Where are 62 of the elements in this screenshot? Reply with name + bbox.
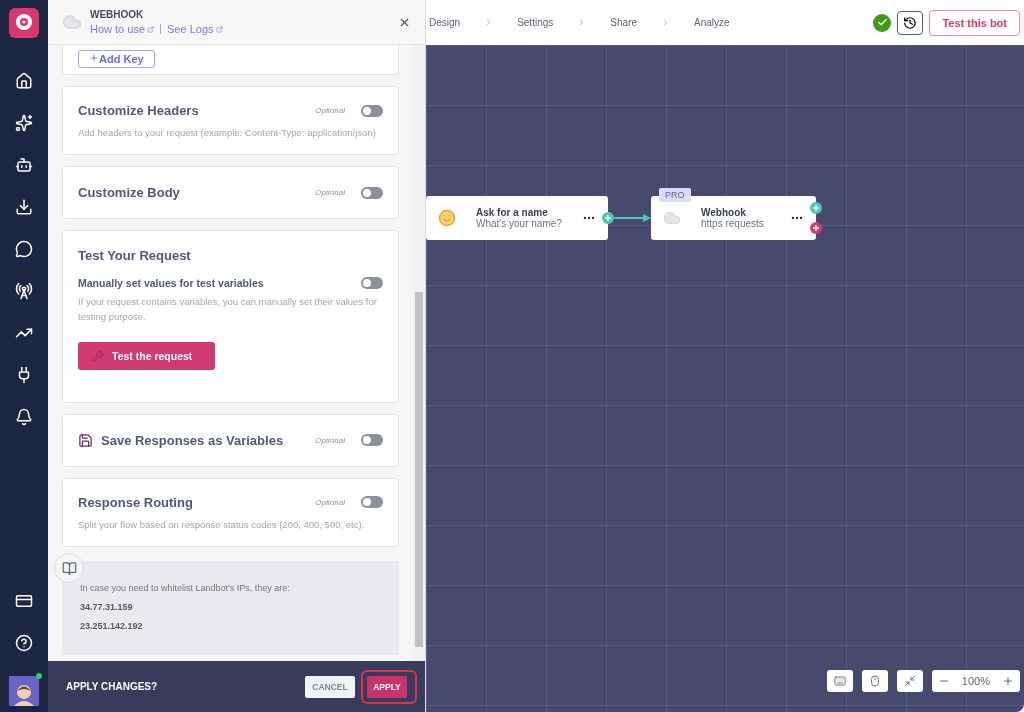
step-tab[interactable]: Share xyxy=(610,17,637,28)
option-description: If your request contains variables, you can manually set their values for testing purpose. xyxy=(78,295,378,324)
connector-arrow xyxy=(614,214,651,222)
help-link[interactable]: See Logs xyxy=(167,23,223,35)
keyboard-button[interactable] xyxy=(826,670,853,692)
external-link-icon xyxy=(147,25,155,33)
test-request-button[interactable]: Test the request xyxy=(78,341,215,370)
flow-node[interactable]: Ask for a name What's your name? xyxy=(426,196,608,240)
option-label: Manually set values for test variables xyxy=(78,277,265,290)
zoom-in-icon[interactable] xyxy=(1002,675,1014,687)
step-tab[interactable]: Settings xyxy=(517,17,554,28)
optional-label: Optional xyxy=(315,106,345,115)
logo-icon[interactable] xyxy=(9,8,39,38)
fit-view-icon xyxy=(903,675,916,687)
section-title: Customize Headers xyxy=(78,103,200,118)
mouse-button[interactable] xyxy=(861,670,888,692)
ip-address: 23.251.142.192 xyxy=(80,621,144,631)
cloud-icon xyxy=(62,12,82,32)
fit-view-button[interactable] xyxy=(896,670,923,692)
pro-badge: PRO xyxy=(659,188,691,202)
toggle-switch[interactable] xyxy=(361,186,383,199)
section-title: Response Routing xyxy=(78,494,194,510)
node-subtitle: What's your name? xyxy=(476,218,563,229)
optional-label: Optional xyxy=(315,188,345,198)
avatar[interactable] xyxy=(9,676,39,706)
cloud-icon xyxy=(663,209,681,227)
step-tab[interactable]: Analyze xyxy=(693,17,730,28)
section-title: Test Your Request xyxy=(78,248,192,264)
section-description: Add headers to your request (example: Content-Type: application/json) xyxy=(78,126,377,140)
cancel-button[interactable]: CANCEL xyxy=(305,675,355,698)
history-icon xyxy=(903,15,918,30)
ip-address: 34.77.31.159 xyxy=(80,602,134,612)
toggle-switch[interactable] xyxy=(361,496,383,509)
mouse-icon xyxy=(868,675,881,687)
keyboard-icon xyxy=(833,675,846,687)
node-title: Ask for a name xyxy=(476,207,549,218)
external-link-icon xyxy=(215,25,223,33)
plus-icon xyxy=(89,53,99,63)
test-bot-button[interactable]: Test this bot xyxy=(929,9,1020,36)
panel-title: WEBHOOK xyxy=(90,9,145,20)
node-title: Webhook xyxy=(701,207,747,218)
optional-label: Optional xyxy=(315,435,345,445)
optional-label: Optional xyxy=(315,497,345,507)
step-tab[interactable]: Design xyxy=(429,17,461,28)
section-title: Customize Body xyxy=(78,185,181,201)
zoom-level: 100% xyxy=(961,675,990,687)
section-description: Split your flow based on response status codes (200, 400, 500, etc). xyxy=(78,517,366,532)
apply-button[interactable]: APPLY xyxy=(367,675,407,698)
scrollbar-thumb[interactable] xyxy=(415,292,423,647)
toggle-switch[interactable] xyxy=(361,434,383,447)
apply-changes-prompt: APPLY CHANGES? xyxy=(66,681,159,692)
check-icon xyxy=(873,13,892,32)
toggle-switch[interactable] xyxy=(361,104,383,117)
node-subtitle: https requests xyxy=(701,218,765,229)
history-button[interactable] xyxy=(897,10,924,35)
help-link[interactable]: How to use xyxy=(90,23,155,35)
section-title: Save Responses as Variables xyxy=(101,432,285,448)
add-key-button[interactable]: Add Key xyxy=(78,50,155,68)
info-text: In case you need to whitelist Landbot's IPs, they are: xyxy=(80,583,291,593)
toggle-switch[interactable] xyxy=(361,277,383,290)
wrench-icon xyxy=(92,349,104,362)
smiley-icon xyxy=(438,209,456,227)
